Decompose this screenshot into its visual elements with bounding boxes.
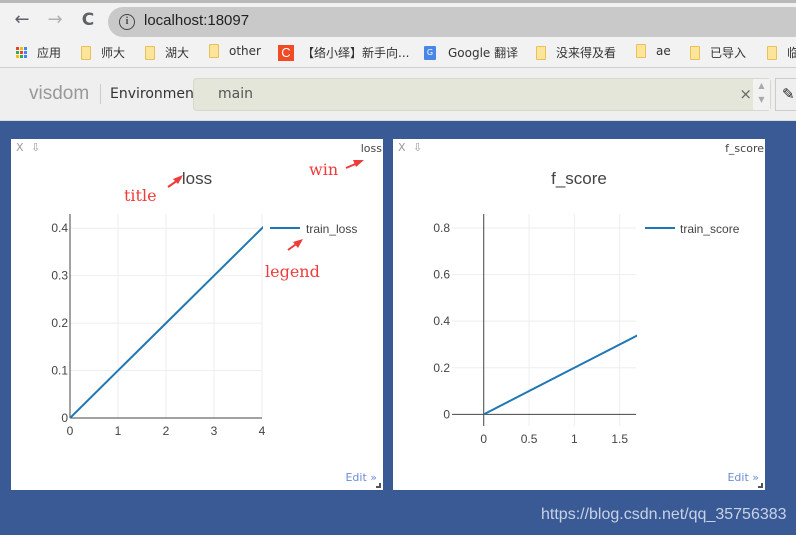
legend[interactable]: train_loss [270,222,357,236]
url-text[interactable]: localhost:18097 [144,12,249,29]
bookmark-csdn[interactable]: C 【络小绎】新手向... [278,44,409,61]
line-chart-loss[interactable]: 0 1 2 3 4 0 0.1 0.2 0.3 0.4 loss train_loss title… [11,139,383,490]
bookmark-google-translate[interactable]: G Google 翻译 [424,44,518,61]
y-tick-label: 0.4 [51,221,68,235]
bookmark-label: 已导入 [710,46,747,60]
bookmark-folder[interactable]: 已导入 [690,44,746,61]
bookmark-label: 师大 [101,46,126,60]
resize-handle[interactable] [758,483,763,488]
y-tick-label: 0.2 [51,316,68,330]
series-line-train_loss [70,225,263,419]
chevron-down-icon[interactable]: ▼ [753,93,770,107]
visdom-header: visdom Environment main × ▲ ▼ ✎ [0,68,796,121]
y-tick-label: 0.3 [51,269,68,283]
chevron-up-icon[interactable]: ▲ [753,79,770,93]
environment-label: Environment [110,86,200,102]
x-tick-label: 0 [67,424,74,438]
y-tick-label: 0.8 [433,221,450,235]
x-tick-label: 0.5 [521,432,538,446]
x-tick-label: 4 [259,424,266,438]
y-tick-label: 0.4 [433,314,450,328]
folder-icon [690,45,700,60]
folder-icon [767,45,777,60]
arrow-head-icon [293,239,303,248]
folder-icon [636,44,646,58]
google-translate-icon: G [424,45,436,60]
annotation-legend: legend [265,262,320,281]
x-tick-label: 2 [163,424,170,438]
tick-labels: 0 0.5 1 1.5 0 0.2 0.4 0.6 0.8 [433,221,628,446]
bookmark-folder[interactable]: 师大 [81,44,125,61]
bookmark-folder[interactable]: ae [636,44,671,58]
browser-toolbar: ← → C i localhost:18097 [0,0,796,38]
annotation-title: title [124,186,157,205]
grid [70,214,263,418]
folder-icon [81,45,91,60]
bookmark-folder[interactable]: 临 [767,44,796,61]
x-tick-label: 1 [571,432,578,446]
edit-link[interactable]: Edit » [727,471,759,484]
apps-grid-icon [16,47,27,58]
annotation-win: win [309,160,338,179]
bookmark-label: 湖大 [165,46,190,60]
bookmark-apps[interactable]: 应用 [16,44,61,61]
bookmark-folder[interactable]: 湖大 [145,44,189,61]
bookmark-label: other [229,44,261,58]
arrow-head-icon [353,160,364,167]
axes [452,214,636,426]
series-lines [70,225,263,419]
clear-icon[interactable]: × [739,85,752,103]
x-tick-label: 3 [211,424,218,438]
watermark: https://blog.csdn.net/qq_35756383 [541,506,787,523]
environment-spinner[interactable]: ▲ ▼ [753,79,770,110]
eraser-icon: ✎ [782,85,795,103]
y-tick-label: 0 [61,411,68,425]
folder-icon [209,44,219,58]
bookmark-label: 【络小绎】新手向... [302,46,410,60]
legend[interactable]: train_score [645,222,740,236]
bookmark-folder[interactable]: other [209,44,261,58]
divider [100,84,101,104]
y-tick-label: 0.6 [433,268,450,282]
forward-arrow-icon[interactable]: → [44,9,66,31]
y-tick-label: 0.2 [433,361,450,375]
back-arrow-icon[interactable]: ← [11,9,33,31]
resize-handle[interactable] [376,483,381,488]
site-info-icon[interactable]: i [119,14,135,30]
folder-icon [536,45,546,60]
bookmark-label: Google 翻译 [448,46,519,60]
folder-icon [145,45,155,60]
legend-label: train_loss [306,222,357,236]
bookmark-label: 没来得及看 [556,46,617,60]
edit-link[interactable]: Edit » [345,471,377,484]
plot-pane-loss: X ⇩ loss 0 1 2 3 4 0 0.1 0.2 0.3 0.4 loss train_l… [11,139,383,490]
address-bar[interactable]: i localhost:18097 [108,7,796,37]
environment-value: main [218,86,253,102]
environment-select[interactable]: main × ▲ ▼ [193,78,771,111]
bookmark-label: 应用 [37,46,62,60]
chart-title: f_score [551,169,607,188]
csdn-icon: C [278,44,294,61]
y-tick-label: 0 [443,407,450,421]
bookmarks-bar: 应用 师大 湖大 other C 【络小绎】新手向... G Google 翻译… [0,38,796,68]
chart-title: loss [182,169,212,188]
y-tick-label: 0.1 [51,364,68,378]
x-tick-label: 1.5 [611,432,628,446]
x-tick-label: 0 [480,432,487,446]
line-chart-f-score[interactable]: 0 0.5 1 1.5 0 0.2 0.4 0.6 0.8 f_score train_scor… [393,139,765,490]
x-tick-label: 1 [115,424,122,438]
visdom-logo: visdom [29,83,90,104]
bookmark-label: 临 [787,46,796,60]
plot-pane-f-score: X ⇩ f_score 0 0.5 1 1.5 0 0.2 0.4 0.6 0.8 f_scor… [393,139,765,490]
bookmark-folder[interactable]: 没来得及看 [536,44,616,61]
clear-env-button[interactable]: ✎ [775,78,796,111]
legend-label: train_score [680,222,740,236]
grid [452,214,636,426]
bookmark-label: ae [656,44,671,58]
reload-icon[interactable]: C [77,9,99,31]
